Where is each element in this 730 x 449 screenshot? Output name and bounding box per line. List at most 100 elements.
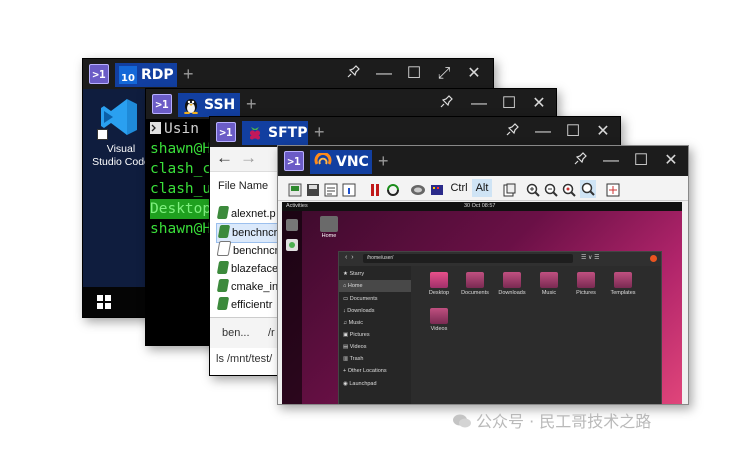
ctrl-key-button[interactable]: Ctrl: [448, 179, 470, 197]
sidebar-item-music[interactable]: ♫ Music: [343, 317, 363, 329]
minimize-button[interactable]: —: [532, 122, 554, 142]
app-logo-icon[interactable]: >1: [152, 94, 172, 114]
minimize-button[interactable]: —: [373, 64, 395, 84]
path-bar[interactable]: /home/user/: [363, 254, 573, 263]
maximize-button[interactable]: ☐: [630, 151, 652, 171]
file-name-column-header[interactable]: File Name: [218, 180, 268, 192]
add-tab-button[interactable]: +: [314, 120, 325, 144]
remote-ubuntu-desktop[interactable]: Activities 30 Oct 08:57 Home ‹ › /home/u…: [282, 202, 682, 404]
pin-button[interactable]: [570, 151, 592, 171]
folder-desktop[interactable]: Desktop: [419, 272, 459, 302]
tab-vnc-label: VNC: [336, 154, 369, 170]
zoom-100-icon[interactable]: [562, 181, 576, 199]
zoom-out-icon[interactable]: [544, 181, 558, 199]
pin-button[interactable]: [502, 122, 524, 142]
linux-penguin-icon: [184, 99, 198, 114]
app-logo-icon[interactable]: >1: [284, 151, 304, 171]
folder-templates[interactable]: Templates: [603, 272, 643, 302]
folder-icon: [503, 272, 521, 288]
watermark-text: 公众号 · 民工哥技术之路: [476, 412, 652, 431]
clipboard-icon[interactable]: [502, 181, 516, 199]
tab-rdp[interactable]: 10 RDP: [115, 63, 177, 87]
forward-arrow-icon[interactable]: →: [240, 148, 257, 168]
close-button[interactable]: ✕: [463, 64, 485, 84]
sidebar-item-documents[interactable]: ▭ Documents: [343, 293, 378, 305]
close-button[interactable]: ✕: [592, 122, 614, 142]
app-logo-icon[interactable]: >1: [89, 64, 109, 84]
vnc-content: Ctrl Alt Activities 30 Oct 08:57 Home ‹ …: [278, 176, 688, 404]
folder-icon: [577, 272, 595, 288]
zoom-fit-icon[interactable]: [580, 180, 596, 198]
pause-icon[interactable]: [368, 181, 382, 199]
sidebar-item-other-locations[interactable]: + Other Locations: [343, 365, 387, 377]
home-desktop-icon[interactable]: Home: [318, 216, 340, 240]
close-button[interactable]: ✕: [528, 94, 550, 114]
sidebar-item-launchpad[interactable]: ◉ Launchpad: [343, 378, 377, 390]
bottom-tab[interactable]: /r: [268, 327, 275, 339]
app-logo-icon[interactable]: >1: [216, 122, 236, 142]
pin-button[interactable]: [343, 64, 365, 84]
options-icon[interactable]: [324, 181, 338, 199]
folder-label: Templates: [610, 290, 636, 296]
sidebar-item-starred[interactable]: ★ Starry: [343, 268, 364, 280]
file-list-item[interactable]: alexnet.p: [216, 205, 276, 223]
sidebar-item-trash[interactable]: ▥ Trash: [343, 353, 364, 365]
software-app-icon[interactable]: [286, 239, 298, 251]
tab-vnc[interactable]: VNC: [310, 150, 372, 174]
back-arrow-icon[interactable]: ←: [216, 148, 233, 168]
sidebar-item-pictures[interactable]: ▣ Pictures: [343, 329, 370, 341]
file-name: cmake_in: [231, 281, 279, 293]
folder-videos[interactable]: Videos: [419, 308, 459, 338]
sidebar-label: Home: [347, 283, 363, 289]
file-list-item-selected[interactable]: benchncr: [216, 223, 280, 243]
bottom-tab[interactable]: ben...: [222, 327, 250, 339]
folder-icon: [614, 272, 632, 288]
close-button[interactable]: ✕: [660, 151, 682, 171]
folder-music[interactable]: Music: [529, 272, 569, 302]
zoom-in-icon[interactable]: [526, 181, 540, 199]
tab-ssh[interactable]: SSH: [178, 93, 240, 117]
file-icon: [216, 279, 230, 292]
connection-info-icon[interactable]: [288, 181, 302, 199]
sidebar-label: Documents: [349, 296, 378, 302]
add-tab-button[interactable]: +: [183, 62, 194, 86]
windows-logo-icon[interactable]: [97, 295, 111, 309]
file-list-item[interactable]: benchncr: [216, 241, 278, 259]
refresh-icon[interactable]: [386, 181, 400, 199]
clock[interactable]: 30 Oct 08:57: [464, 203, 496, 209]
files-close-button[interactable]: [650, 255, 657, 262]
alt-key-button[interactable]: Alt: [472, 179, 492, 197]
add-tab-button[interactable]: +: [246, 92, 257, 116]
sidebar-item-downloads[interactable]: ↓ Downloads: [343, 305, 375, 317]
vscode-desktop-icon[interactable]: Visual Studio Code: [91, 95, 151, 175]
maximize-button[interactable]: ☐: [498, 94, 520, 114]
file-list-item[interactable]: blazeface: [216, 260, 278, 278]
maximize-button[interactable]: ☐: [562, 122, 584, 142]
pin-button[interactable]: [436, 94, 458, 114]
tab-sftp[interactable]: SFTP: [242, 121, 308, 145]
folder-label: Desktop: [428, 290, 450, 296]
folder-documents[interactable]: Documents: [455, 272, 495, 302]
folder-pictures[interactable]: Pictures: [566, 272, 606, 302]
files-app-icon[interactable]: [286, 219, 298, 231]
nav-arrows[interactable]: ‹ ›: [345, 254, 354, 261]
activities-button[interactable]: Activities: [286, 203, 308, 209]
folder-downloads[interactable]: Downloads: [492, 272, 532, 302]
info-icon[interactable]: [342, 181, 356, 199]
keyboard-icon[interactable]: [430, 181, 444, 199]
sidebar-label: Downloads: [347, 308, 375, 314]
maximize-button[interactable]: ☐: [403, 64, 425, 84]
file-icon: [216, 241, 232, 256]
fullscreen-button[interactable]: ⤢: [433, 64, 455, 84]
minimize-button[interactable]: —: [468, 94, 490, 114]
file-list-item[interactable]: efficientr: [216, 296, 272, 314]
ctrl-alt-del-icon[interactable]: [410, 181, 426, 199]
sidebar-item-videos[interactable]: ▤ Videos: [343, 341, 366, 353]
fullscreen-icon[interactable]: [606, 181, 620, 199]
add-tab-button[interactable]: +: [378, 149, 389, 173]
view-toggle[interactable]: ☰ ∨ ☰: [581, 254, 599, 261]
sidebar-item-home[interactable]: ⌂ Home: [339, 280, 411, 292]
file-list-item[interactable]: cmake_in: [216, 278, 279, 296]
minimize-button[interactable]: —: [600, 151, 622, 171]
save-icon[interactable]: [306, 181, 320, 199]
